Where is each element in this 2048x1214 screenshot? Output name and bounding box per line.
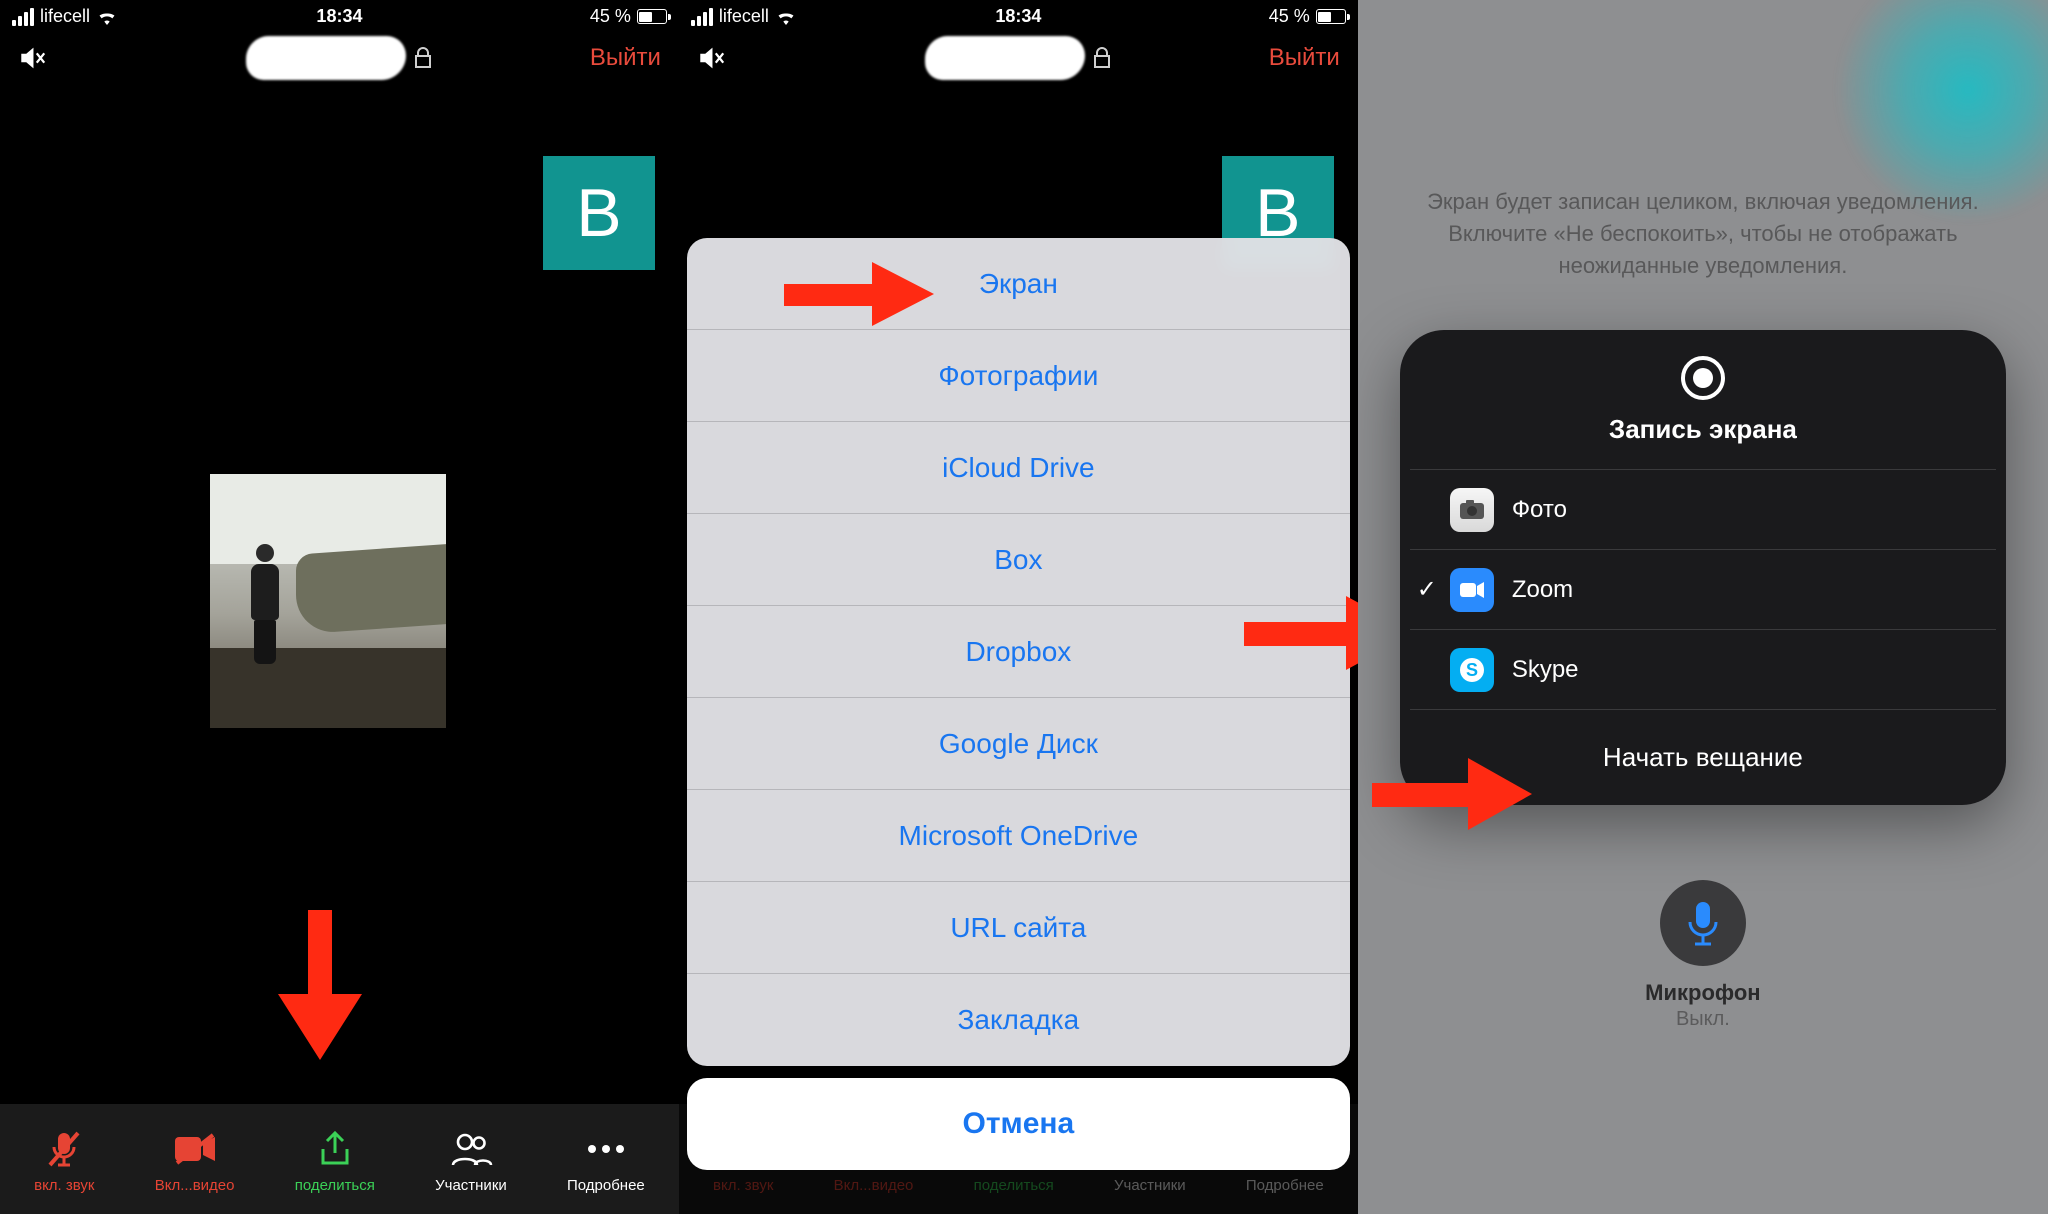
broadcast-app-skype-label: Skype [1512, 656, 1579, 684]
participants-icon [449, 1127, 493, 1171]
status-time: 18:34 [995, 6, 1041, 27]
toolbar-more-label: Подробнее [567, 1177, 645, 1194]
broadcast-app-photo-label: Фото [1512, 496, 1567, 524]
signal-bars-icon [12, 8, 34, 26]
checkmark-icon: ✓ [1412, 575, 1442, 604]
sheet-item-bookmark[interactable]: Закладка [687, 974, 1350, 1066]
toolbar-audio-label: вкл. звук [34, 1177, 94, 1194]
microphone-state: Выкл. [1358, 1008, 2048, 1031]
camera-off-icon [173, 1127, 217, 1171]
wifi-icon [96, 9, 118, 25]
broadcast-title: Запись экрана [1410, 414, 1996, 445]
toolbar-participants-label: Участники [435, 1177, 507, 1194]
toolbar-video-label: Вкл...видео [155, 1177, 235, 1194]
broadcast-app-zoom[interactable]: ✓ Zoom [1410, 549, 1996, 629]
more-icon [584, 1127, 628, 1171]
broadcast-app-skype[interactable]: S Skype [1410, 629, 1996, 709]
status-bar: lifecell 18:34 45 % [0, 0, 679, 30]
sheet-item-photos[interactable]: Фотографии [687, 330, 1350, 422]
zoom-app-icon [1450, 568, 1494, 612]
speaker-mute-button[interactable] [18, 43, 48, 73]
annotation-arrow-down [278, 910, 362, 1060]
lock-icon [414, 47, 432, 69]
exit-button[interactable]: Выйти [590, 44, 661, 72]
microphone-toggle[interactable] [1660, 880, 1746, 966]
zoom-toolbar: вкл. звук Вкл...видео поделиться Участни… [0, 1104, 679, 1214]
toolbar-audio[interactable]: вкл. звук [34, 1127, 94, 1194]
toolbar-share-label: поделиться [295, 1177, 375, 1194]
battery-icon [1316, 9, 1346, 24]
participant-tile[interactable]: B [543, 156, 655, 270]
broadcast-app-photo[interactable]: Фото [1410, 469, 1996, 549]
toolbar-share[interactable]: поделиться [295, 1127, 375, 1194]
battery-percent: 45 % [590, 6, 631, 27]
participant-initial: B [576, 174, 621, 252]
carrier-label: lifecell [40, 6, 90, 27]
battery-percent: 45 % [1269, 6, 1310, 27]
toolbar-more[interactable]: Подробнее [567, 1127, 645, 1194]
wifi-icon [775, 9, 797, 25]
toolbar-participants[interactable]: Участники [435, 1127, 507, 1194]
signal-bars-icon [691, 8, 713, 26]
share-icon [313, 1127, 357, 1171]
skype-app-icon: S [1450, 648, 1494, 692]
status-bar: lifecell 18:34 45 % [679, 0, 1358, 30]
sheet-item-icloud[interactable]: iCloud Drive [687, 422, 1350, 514]
microphone-icon [1686, 900, 1720, 946]
carrier-label: lifecell [719, 6, 769, 27]
mic-off-icon [42, 1127, 86, 1171]
annotation-arrow-screen [784, 262, 934, 326]
lock-icon [1093, 47, 1111, 69]
sheet-item-googledrive[interactable]: Google Диск [687, 698, 1350, 790]
annotation-arrow-start [1372, 758, 1532, 830]
broadcast-card: Запись экрана Фото ✓ Zoom S Skype [1400, 330, 2006, 805]
sheet-item-onedrive[interactable]: Microsoft OneDrive [687, 790, 1350, 882]
sheet-cancel-button[interactable]: Отмена [687, 1078, 1350, 1170]
record-icon [1681, 356, 1725, 400]
broadcast-hint-text: Экран будет записан целиком, включая уве… [1398, 186, 2008, 282]
sheet-item-box[interactable]: Box [687, 514, 1350, 606]
status-time: 18:34 [316, 6, 362, 27]
microphone-label: Микрофон [1358, 980, 2048, 1006]
self-video-tile[interactable] [210, 474, 446, 728]
battery-icon [637, 9, 667, 24]
broadcast-app-zoom-label: Zoom [1512, 576, 1573, 604]
svg-text:S: S [1466, 660, 1478, 680]
annotation-arrow-to-zoom [1244, 596, 1358, 670]
meeting-title [925, 36, 1111, 80]
meeting-title [246, 36, 432, 80]
photos-app-icon [1450, 488, 1494, 532]
toolbar-video[interactable]: Вкл...видео [155, 1127, 235, 1194]
sheet-item-url[interactable]: URL сайта [687, 882, 1350, 974]
speaker-mute-button[interactable] [697, 43, 727, 73]
exit-button[interactable]: Выйти [1269, 44, 1340, 72]
